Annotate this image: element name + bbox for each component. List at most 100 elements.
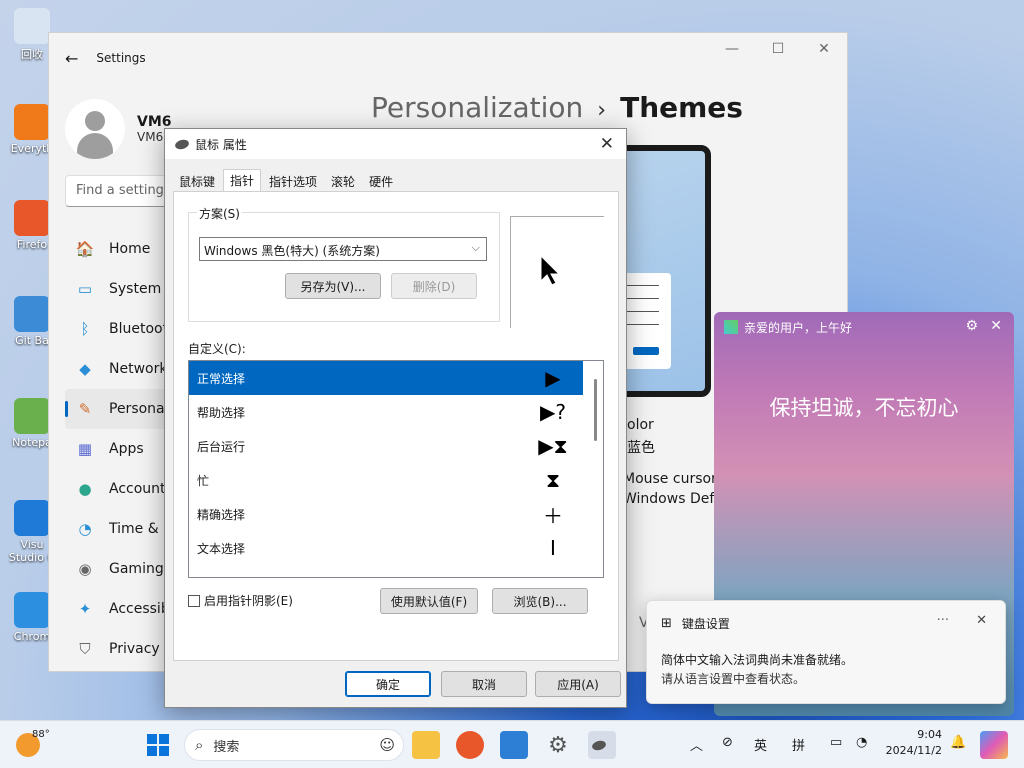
arrow-cursor-icon <box>540 255 561 286</box>
color-value: 蓝色 <box>627 440 655 456</box>
dialog-titlebar: 鼠标 属性 ✕ <box>165 129 626 159</box>
list-item[interactable]: 忙 ⧗ <box>189 463 583 497</box>
maximize-button[interactable]: ☐ <box>755 33 801 65</box>
taskbar: 88° ⌕ 搜索 ☺ ⚙ ︿ ⊘ 英 拼 ▭ ◔ 9:04 2024/11/2 … <box>0 720 1024 768</box>
clock-time: 9:04 <box>917 728 942 741</box>
close-button[interactable]: ✕ <box>801 33 847 65</box>
cursor-preview <box>510 216 604 328</box>
shadow-checkbox[interactable]: 启用指针阴影(E) <box>188 592 293 609</box>
chevron-up-icon[interactable]: ︿ <box>690 735 703 754</box>
cursor-icon: I <box>550 536 556 560</box>
app-icon <box>14 200 50 236</box>
cursor-icon: ▶⧗ <box>538 434 568 458</box>
window-controls: — ☐ ✕ <box>709 33 847 65</box>
search-icon: ⌕ <box>195 736 204 754</box>
breadcrumb-parent[interactable]: Personalization <box>371 91 583 124</box>
sidebar-item-label: Personali <box>109 401 173 417</box>
sidebar-item-label: Home <box>109 241 151 257</box>
store-icon[interactable] <box>500 731 528 759</box>
cancel-button[interactable]: 取消 <box>441 671 527 697</box>
app-logo-icon <box>724 320 738 334</box>
toast-line-2: 请从语言设置中查看状态。 <box>661 672 806 686</box>
mouse-taskbar-icon[interactable] <box>588 731 616 759</box>
avatar <box>65 99 125 159</box>
toast-line-1: 简体中文输入法词典尚未准备就绪。 <box>661 653 854 667</box>
settings-gear-icon[interactable]: ⚙ <box>544 731 572 759</box>
search-highlight-icon: ☺ <box>379 736 395 754</box>
ime-settings-icon[interactable]: ◔ <box>856 735 867 750</box>
checkbox-box[interactable] <box>188 594 200 607</box>
sidebar-item-label: Gaming <box>109 561 164 577</box>
dialog-close-button[interactable]: ✕ <box>600 134 614 154</box>
keyboard-toast[interactable]: ⊞ 键盘设置 ··· ✕ 简体中文输入法词典尚未准备就绪。 请从语言设置中查看状态… <box>646 600 1006 704</box>
start-button[interactable] <box>144 731 172 759</box>
toast-close-button[interactable]: ✕ <box>976 613 987 628</box>
customize-label: 自定义(C): <box>188 342 246 356</box>
nav-icon: ▦ <box>77 440 93 458</box>
cursor-name: 文本选择 <box>197 541 246 556</box>
minimize-button[interactable]: — <box>709 33 755 65</box>
lang-en[interactable]: 英 <box>754 735 767 754</box>
ok-button[interactable]: 确定 <box>345 671 431 697</box>
cursor-name: 精确选择 <box>197 507 246 522</box>
nav-icon: ◆ <box>79 360 91 378</box>
cursor-icon: ▶ <box>545 366 561 390</box>
nav-icon: ⛉ <box>79 640 91 658</box>
copilot-icon[interactable] <box>980 731 1008 759</box>
list-item[interactable]: 文本选择 I <box>189 531 583 565</box>
windows-logo-icon <box>147 734 169 756</box>
nav-icon: ✦ <box>78 600 92 618</box>
clock[interactable]: 9:04 2024/11/2 <box>886 727 942 759</box>
cursor-list[interactable]: 正常选择 ▶ 帮助选择 ▶? 后台运行 ▶⧗ 忙 ⧗ 精确选择＋文本选择 I <box>188 360 604 578</box>
list-item[interactable]: 精确选择 ＋ <box>189 497 583 531</box>
nav-icon: ✎ <box>78 400 92 418</box>
bell-icon[interactable]: 🔔 <box>950 735 966 750</box>
scheme-group: 方案(S) Windows 黑色(特大) (系统方案) ⌵ 另存为(V)... 删… <box>188 205 500 322</box>
lang-pinyin[interactable]: 拼 <box>792 735 805 754</box>
sidebar-item-label: Network <box>109 361 168 377</box>
cursor-icon: ＋ <box>543 503 563 528</box>
network-off-icon[interactable]: ⊘ <box>722 735 733 750</box>
page-title: Themes <box>620 91 743 124</box>
cursor-name: 正常选择 <box>197 371 246 386</box>
greeting-quote: 保持坦诚，不忘初心 <box>769 396 959 420</box>
apply-button[interactable]: 应用(A) <box>535 671 621 697</box>
file-explorer-icon[interactable] <box>412 731 440 759</box>
list-item[interactable]: 正常选择 ▶ <box>189 361 583 395</box>
cursor-icon: ▶? <box>540 400 566 424</box>
scheme-dropdown[interactable]: Windows 黑色(特大) (系统方案) ⌵ <box>199 237 487 261</box>
chevron-down-icon: ⌵ <box>471 241 480 254</box>
gear-icon[interactable]: ⚙ <box>965 318 978 334</box>
sidebar-item-label: Apps <box>109 441 144 457</box>
cursor-icon: ⧗ <box>545 468 561 492</box>
mouse-icon <box>174 137 190 151</box>
cursor-name: 忙 <box>197 473 210 488</box>
nav-icon: ● <box>78 480 92 498</box>
browse-button[interactable]: 浏览(B)... <box>492 588 588 614</box>
greeting-header: 亲爱的用户，上午好 ⚙ ✕ <box>714 312 1014 342</box>
nav-icon: 🏠 <box>75 240 95 258</box>
mouse-properties-dialog: 鼠标 属性 ✕ 鼠标键 指针 指针选项 滚轮 硬件 方案(S) Windows 黑色(特… <box>164 128 627 708</box>
app-icon <box>14 592 50 628</box>
firefox-icon[interactable] <box>456 731 484 759</box>
use-default-button[interactable]: 使用默认值(F) <box>380 588 478 614</box>
list-item[interactable]: 帮助选择 ▶? <box>189 395 583 429</box>
sidebar-item-label: System <box>109 281 162 297</box>
dialog-title: 鼠标 属性 <box>195 137 247 152</box>
display-icon[interactable]: ▭ <box>830 735 842 750</box>
cursor-name: 后台运行 <box>197 439 246 454</box>
taskbar-search[interactable]: ⌕ 搜索 ☺ <box>184 729 404 761</box>
more-options-button[interactable]: ··· <box>937 613 949 628</box>
nav-icon: ᛒ <box>80 320 90 338</box>
scheme-value: Windows 黑色(特大) (系统方案) <box>204 244 380 258</box>
weather-temp: 88° <box>32 729 50 740</box>
close-icon[interactable]: ✕ <box>990 318 1002 334</box>
list-item[interactable]: 后台运行 ▶⧗ <box>189 429 583 463</box>
keyboard-icon: ⊞ <box>661 616 672 631</box>
save-as-button[interactable]: 另存为(V)... <box>285 273 381 299</box>
back-arrow-icon[interactable]: ← <box>65 49 78 68</box>
nav-icon: ◔ <box>78 520 92 538</box>
delete-button[interactable]: 删除(D) <box>391 273 477 299</box>
toast-title: 键盘设置 <box>681 617 730 631</box>
list-scrollbar[interactable] <box>594 379 597 441</box>
